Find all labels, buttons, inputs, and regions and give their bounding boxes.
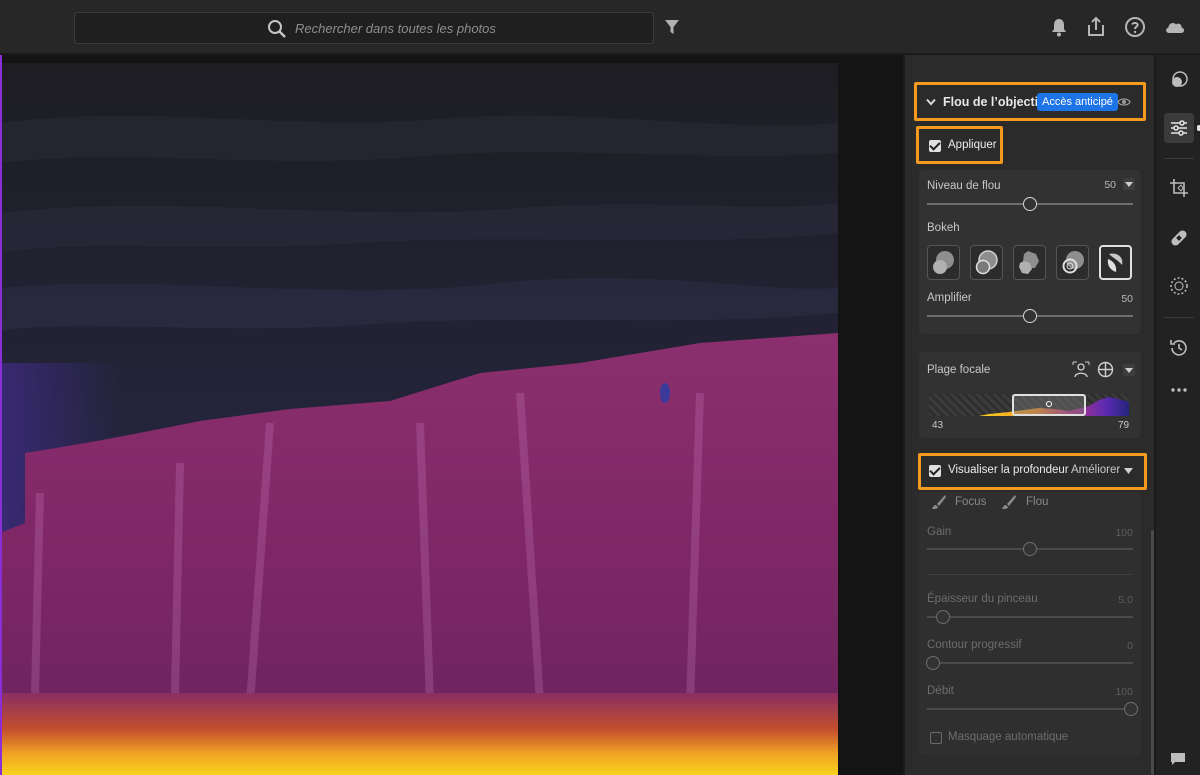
bokeh-cat-eye-button[interactable]	[1099, 245, 1132, 280]
rail-crop[interactable]	[1164, 173, 1194, 203]
focus-brush-icon[interactable]	[931, 494, 947, 510]
search-icon	[268, 20, 286, 38]
lens-blur-title[interactable]: Flou de l’objectif	[943, 95, 1042, 109]
visualize-depth-label: Visualiser la profondeur	[948, 464, 1069, 476]
bell-icon[interactable]	[1047, 15, 1071, 39]
eye-icon[interactable]	[1117, 96, 1131, 108]
brush-size-slider[interactable]	[927, 610, 1133, 624]
blur-brush-icon[interactable]	[1001, 494, 1017, 510]
share-icon[interactable]	[1084, 15, 1108, 39]
boost-value[interactable]: 50	[1093, 293, 1133, 305]
amount-value[interactable]: 100	[1093, 527, 1133, 539]
photo-canvas	[0, 55, 903, 775]
rail-adjust[interactable]	[1164, 113, 1194, 143]
flow-label: Débit	[927, 685, 954, 697]
chat-icon[interactable]	[1170, 752, 1186, 766]
rail-presets[interactable]	[1164, 65, 1194, 95]
rail-heal[interactable]	[1164, 223, 1194, 253]
brush-size-label: Épaisseur du pinceau	[927, 593, 1038, 605]
help-icon[interactable]	[1123, 15, 1147, 39]
bokeh-cat-eye-icon	[1107, 253, 1123, 272]
bokeh-label: Bokeh	[927, 222, 960, 234]
bokeh-circle-button[interactable]	[927, 245, 960, 280]
rail-masking[interactable]	[1164, 271, 1194, 301]
subject-focus-icon[interactable]	[1072, 361, 1090, 379]
rail-separator-2	[1164, 317, 1194, 318]
panel-scrollbar[interactable]	[1151, 530, 1154, 775]
early-access-badge: Accès anticipé	[1037, 93, 1118, 111]
focal-range-max: 79	[1118, 420, 1130, 431]
bokeh-ring-button[interactable]	[1056, 245, 1089, 280]
focal-center-marker[interactable]	[1046, 401, 1052, 407]
amount-label: Gain	[927, 526, 952, 538]
crop-icon	[1170, 179, 1188, 197]
amount-slider[interactable]	[927, 542, 1133, 556]
depth-mode-select[interactable]: Améliorer	[1071, 464, 1120, 476]
apply-label: Appliquer	[948, 139, 997, 151]
bokeh-circle-icon	[933, 251, 954, 274]
history-icon	[1170, 340, 1187, 356]
iceberg-depth-visualization	[0, 63, 838, 775]
auto-mask-checkbox[interactable]	[930, 732, 942, 744]
blur-amount-thumb[interactable]	[1023, 197, 1037, 211]
focal-range-histogram[interactable]	[929, 394, 1129, 416]
bokeh-blade-icon	[1019, 251, 1039, 274]
cloud-icon[interactable]	[1163, 15, 1187, 39]
flow-thumb[interactable]	[1123, 702, 1138, 716]
boost-slider[interactable]	[927, 309, 1133, 323]
focus-brush-label[interactable]: Focus	[955, 496, 986, 508]
more-icon	[1171, 388, 1187, 392]
caret-down-icon[interactable]	[1124, 468, 1133, 474]
apply-checkbox[interactable]	[929, 140, 941, 152]
bokeh-blade-button[interactable]	[1013, 245, 1046, 280]
feather-value[interactable]: 0	[1093, 640, 1133, 652]
blur-amount-dropdown[interactable]	[1123, 178, 1135, 190]
rail-more[interactable]	[1164, 375, 1194, 405]
bokeh-ring-icon	[1062, 251, 1084, 274]
feather-label: Contour progressif	[927, 639, 1022, 651]
rail-history[interactable]	[1164, 333, 1194, 363]
blur-amount-value[interactable]: 50	[1076, 179, 1116, 191]
focal-range-min: 43	[932, 420, 944, 431]
visualize-depth-checkbox[interactable]	[929, 465, 941, 477]
focal-range-dropdown[interactable]	[1123, 364, 1135, 376]
blur-amount-slider[interactable]	[927, 197, 1133, 211]
depth-map-photo[interactable]	[0, 63, 838, 775]
flow-slider[interactable]	[927, 702, 1138, 716]
refine-divider	[927, 574, 1133, 575]
blur-brush-label[interactable]: Flou	[1026, 496, 1048, 508]
masking-icon	[1170, 277, 1188, 295]
feather-slider[interactable]	[926, 656, 1133, 670]
filter-icon[interactable]	[664, 18, 680, 36]
bokeh-bubble-icon	[975, 250, 998, 275]
rail-separator	[1164, 158, 1194, 159]
flow-value[interactable]: 100	[1093, 686, 1133, 698]
edit-presets-icon	[1172, 71, 1188, 87]
tool-rail	[1155, 55, 1200, 775]
search-field[interactable]: Rechercher dans toutes les photos	[74, 12, 654, 44]
boost-label: Amplifier	[927, 292, 972, 304]
depth-edge-marker	[0, 55, 2, 775]
blur-amount-label: Niveau de flou	[927, 180, 1001, 192]
amount-thumb[interactable]	[1023, 542, 1037, 556]
chevron-down-icon[interactable]	[926, 98, 936, 106]
bokeh-bubble-button[interactable]	[970, 245, 1003, 280]
search-placeholder: Rechercher dans toutes les photos	[295, 21, 496, 36]
boost-thumb[interactable]	[1023, 309, 1037, 323]
auto-mask-label: Masquage automatique	[948, 731, 1069, 743]
top-bar: Rechercher dans toutes les photos	[0, 0, 1200, 54]
point-focus-icon[interactable]	[1097, 361, 1114, 378]
focal-range-label: Plage focale	[927, 364, 991, 376]
adjust-icon	[1171, 120, 1187, 136]
heal-icon	[1171, 230, 1187, 246]
brush-size-value[interactable]: 5.0	[1093, 594, 1133, 606]
